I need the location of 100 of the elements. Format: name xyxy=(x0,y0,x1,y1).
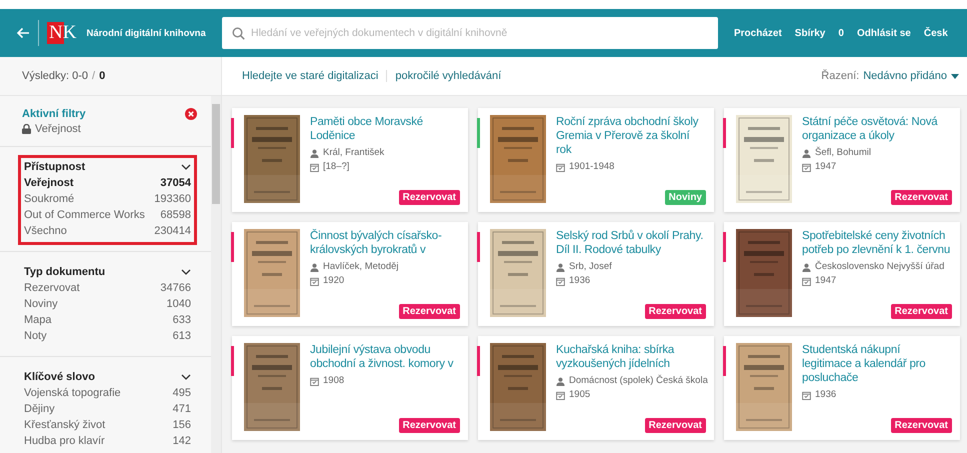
person-icon xyxy=(310,148,319,158)
filter-option[interactable]: Mapa xyxy=(24,312,52,328)
filter-option[interactable]: Všechno xyxy=(24,223,67,239)
date: 1936 xyxy=(569,274,590,288)
back-arrow-icon[interactable] xyxy=(16,27,30,39)
document-card[interactable]: Studentská nákupní legitimace a kalendář pro posluchače 1936 Rezervovat xyxy=(724,336,960,440)
filter-count: 68598 xyxy=(160,208,191,223)
calendar-icon xyxy=(556,276,565,286)
active-filters-title: Aktivní filtry xyxy=(22,108,86,120)
filter-count: 1040 xyxy=(166,297,191,312)
search-link[interactable]: Hledejte ve staré digitalizaci xyxy=(242,70,386,82)
filter-option[interactable]: Veřejnost xyxy=(24,175,74,191)
document-type-badge: Rezervovat xyxy=(398,304,460,319)
document-card[interactable]: Kuchařská kniha: sbírka vyzkoušených jídelních Domácnost (spolek) Česká škola 1905 Rezervovat xyxy=(478,336,714,440)
nav-link[interactable]: 0 xyxy=(838,28,844,38)
document-title[interactable]: Kuchařská kniha: sbírka vyzkoušených jídelních xyxy=(556,343,706,371)
document-type-badge: Rezervovat xyxy=(890,304,952,319)
filter-count: 193360 xyxy=(154,192,191,207)
sort-label: Řazení: xyxy=(821,70,860,82)
author: Král, František xyxy=(323,146,384,160)
filter-heading: Typ dokumentu xyxy=(24,266,106,278)
nav-link[interactable]: Odhlásit se xyxy=(856,28,911,38)
results-label: Výsledky: 0-0 xyxy=(22,70,88,82)
nav-link[interactable]: Procházet xyxy=(734,28,782,38)
chevron-down-icon[interactable] xyxy=(181,164,191,170)
filter-count: 34766 xyxy=(160,281,191,296)
caret-icon xyxy=(951,74,959,78)
date: 1947 xyxy=(815,274,836,288)
filter-count: 37054 xyxy=(160,176,191,191)
document-title[interactable]: Spotřebitelské ceny životních potřeb po zlevnění k 1. červnu xyxy=(802,229,952,257)
active-filter[interactable]: Veřejnost xyxy=(35,122,81,136)
filter-count: 471 xyxy=(172,402,191,417)
document-type-badge: Rezervovat xyxy=(890,418,952,433)
document-type-badge: Rezervovat xyxy=(644,418,706,433)
lock-icon xyxy=(22,124,31,134)
person-icon xyxy=(556,376,565,386)
filter-option[interactable]: Vojenská topografie xyxy=(24,385,121,401)
document-title[interactable]: Studentská nákupní legitimace a kalendář pro posluchače xyxy=(802,343,952,385)
chevron-down-icon[interactable] xyxy=(181,374,191,380)
person-icon xyxy=(802,262,811,272)
filter-option[interactable]: Dějiny xyxy=(24,401,55,417)
document-type-badge: Rezervovat xyxy=(644,304,706,319)
search-field[interactable]: Hledání ve veřejných dokumentech v digitální knihovně xyxy=(222,17,718,49)
filter-option[interactable]: Soukromé xyxy=(24,191,74,207)
filter-option[interactable]: Hudba pro klavír xyxy=(24,433,105,449)
document-card[interactable]: Činnost bývalých císařsko-královských byrokratů v Havlíček, Metoděj 1920 Rezervovat xyxy=(232,222,468,326)
document-title[interactable]: Selský rod Srbů v okolí Prahy. Díl II. Rodové tabulky xyxy=(556,229,706,257)
document-type-badge: Noviny xyxy=(664,190,706,205)
sort-dropdown[interactable]: Nedávno přidáno xyxy=(863,70,947,82)
chevron-down-icon[interactable] xyxy=(181,269,191,275)
person-icon xyxy=(802,148,811,158)
document-card[interactable]: Spotřebitelské ceny životních potřeb po zlevnění k 1. červnu Československo Nejvyšší úřad 1947 Rezervovat xyxy=(724,222,960,326)
document-title[interactable]: Roční zpráva obchodní školy Gremia v Přerově za školní rok xyxy=(556,115,706,157)
author: Srb, Josef xyxy=(569,260,612,274)
filter-option[interactable]: Noty xyxy=(24,328,47,344)
document-title[interactable]: Paměti obce Moravské Loděnice xyxy=(310,115,460,143)
filter-option[interactable]: Křesťanský život xyxy=(24,417,106,433)
document-title[interactable]: Státní péče osvětová: Nová organizace a úkoly xyxy=(802,115,952,143)
document-card[interactable]: Roční zpráva obchodní školy Gremia v Přerově za školní rok 1901-1948 Noviny xyxy=(478,108,714,212)
document-card[interactable]: Selský rod Srbů v okolí Prahy. Díl II. Rodové tabulky Srb, Josef 1936 Rezervovat xyxy=(478,222,714,326)
document-card[interactable]: Paměti obce Moravské Loděnice Král, František [18–?] Rezervovat xyxy=(232,108,468,212)
nav-link[interactable]: Sbírky xyxy=(794,28,826,38)
filter-count: 230414 xyxy=(154,224,191,239)
calendar-icon xyxy=(310,376,319,386)
calendar-icon xyxy=(556,390,565,400)
document-title[interactable]: Jubilejní výstava obvodu obchodní a živnost. komory v xyxy=(310,343,460,371)
filter-option[interactable]: Noviny xyxy=(24,296,58,312)
site-title: Národní digitální knihovna xyxy=(86,28,206,38)
document-type-badge: Rezervovat xyxy=(398,190,460,205)
calendar-icon xyxy=(556,162,565,172)
document-card[interactable]: Státní péče osvětová: Nová organizace a úkoly Šefl, Bohumil 1947 Rezervovat xyxy=(724,108,960,212)
filter-count: 495 xyxy=(172,386,191,401)
author: Československo Nejvyšší úřad xyxy=(815,260,944,274)
date: 1936 xyxy=(815,388,836,402)
filter-count: 156 xyxy=(172,418,191,433)
filter-count: 142 xyxy=(172,434,191,449)
filter-heading: Přístupnost xyxy=(24,161,86,173)
date: 1920 xyxy=(323,274,344,288)
scrollbar[interactable] xyxy=(211,96,221,453)
calendar-icon xyxy=(310,162,319,172)
nav-link[interactable]: Česk xyxy=(924,28,948,38)
date: 1908 xyxy=(323,374,344,388)
date: 1901-1948 xyxy=(569,160,614,174)
results-total: 0 xyxy=(99,70,106,82)
filter-option[interactable]: Rezervovat xyxy=(24,280,80,296)
document-card[interactable]: Jubilejní výstava obvodu obchodní a živnost. komory v 1908 Rezervovat xyxy=(232,336,468,440)
person-icon xyxy=(310,262,319,272)
person-icon xyxy=(556,262,565,272)
filter-count: 613 xyxy=(172,329,191,344)
calendar-icon xyxy=(802,276,811,286)
filter-option[interactable]: Out of Commerce Works xyxy=(24,207,145,223)
separator: / xyxy=(92,70,96,82)
author: Havlíček, Metoděj xyxy=(323,260,399,274)
date: 1947 xyxy=(815,160,836,174)
search-icon xyxy=(232,27,245,40)
calendar-icon xyxy=(802,390,811,400)
search-link[interactable]: pokročilé vyhledávání xyxy=(386,70,510,82)
document-title[interactable]: Činnost bývalých císařsko-královských byrokratů v xyxy=(310,229,460,257)
clear-filters-icon[interactable] xyxy=(185,108,197,120)
calendar-icon xyxy=(802,162,811,172)
